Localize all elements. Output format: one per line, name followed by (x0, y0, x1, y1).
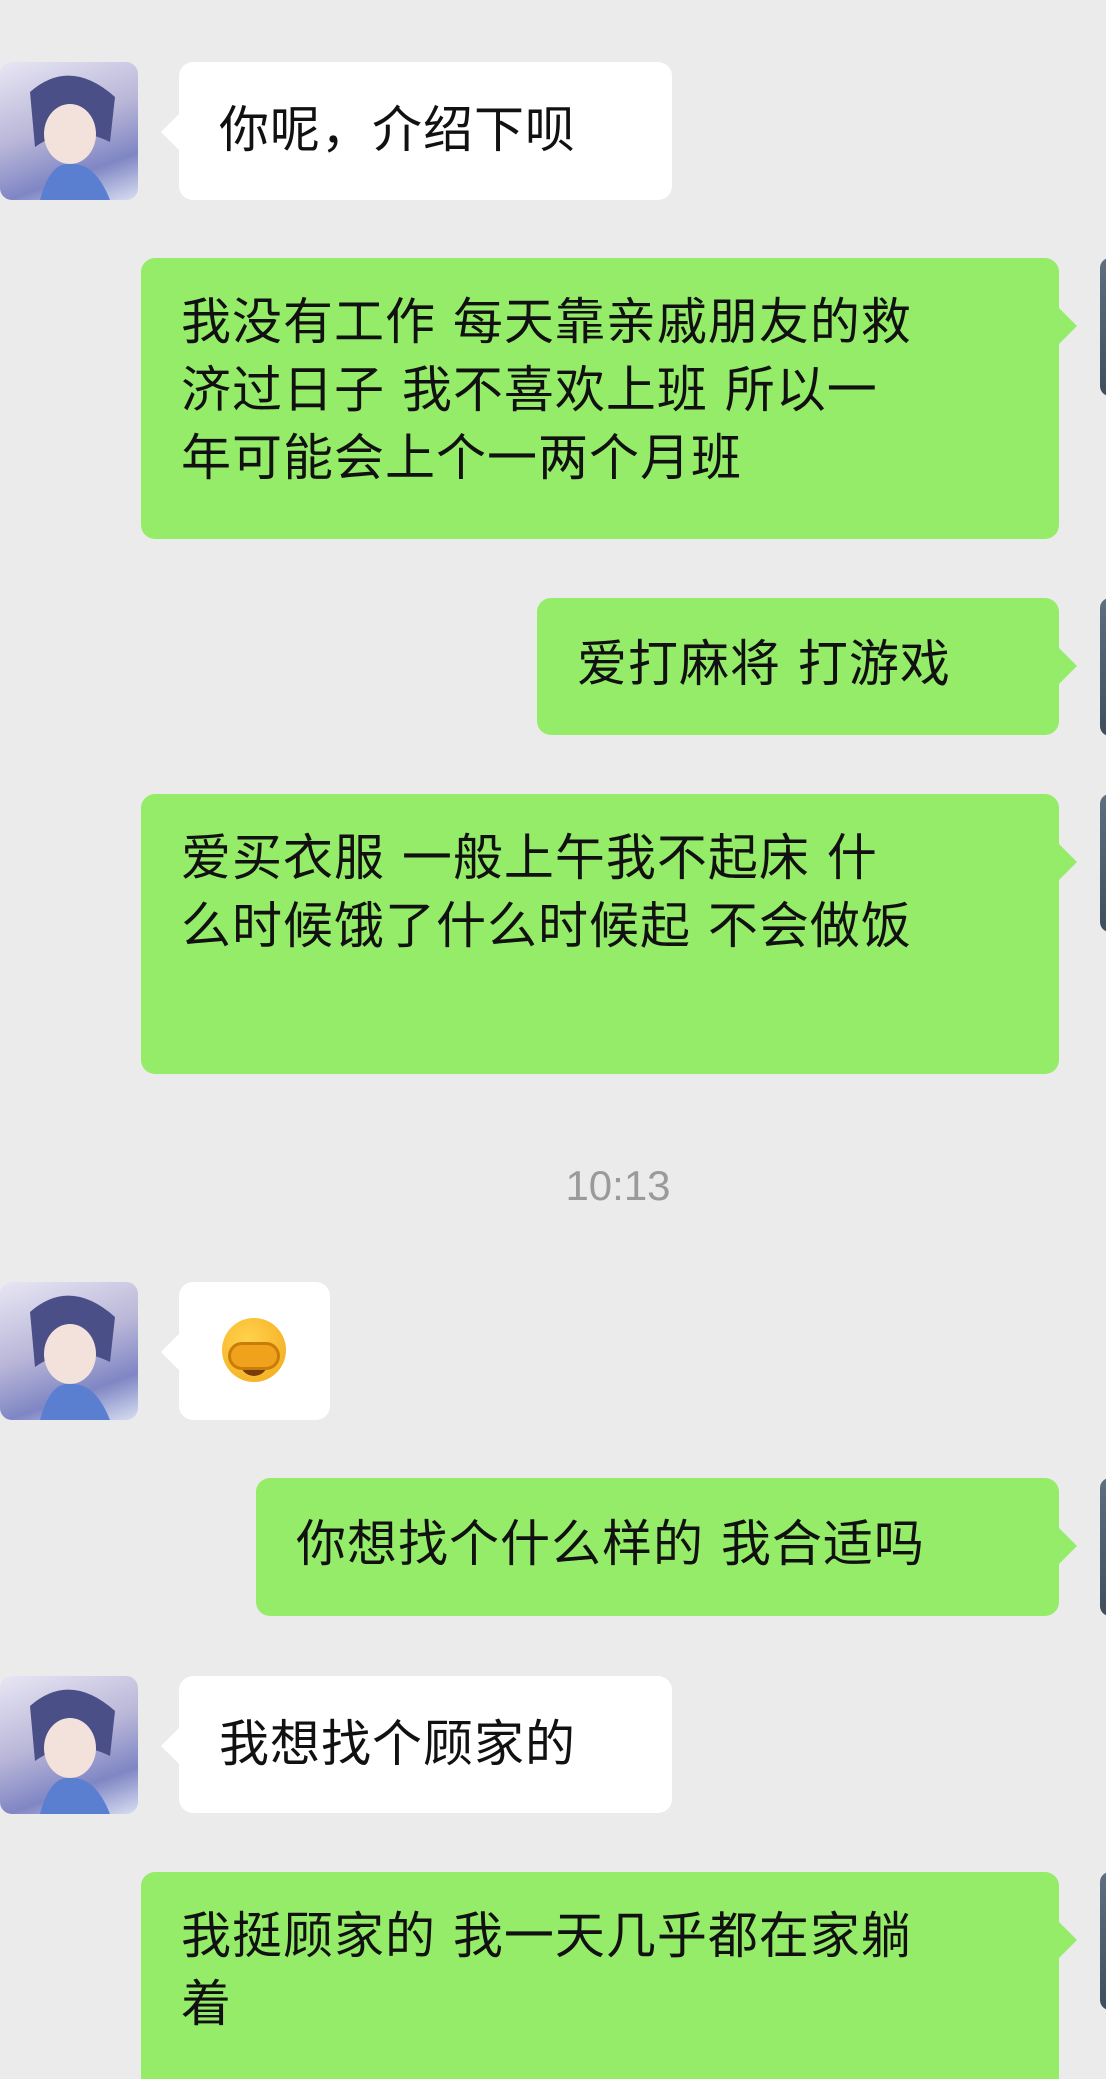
anime-character-icon (30, 75, 115, 200)
message-text: 我没有工作 每天靠亲戚朋友的救 济过日子 我不喜欢上班 所以一 年可能会上个一两… (181, 293, 912, 487)
message-bubble-received[interactable]: 你呢，介绍下呗 (161, 62, 672, 200)
message-timestamp: 10:13 (565, 1162, 671, 1209)
facepalm-emoji-icon (222, 1318, 286, 1382)
message-bubble-sent[interactable]: 你想找个什么样的 我合适吗 (256, 1478, 1077, 1616)
message-bubble-sent[interactable]: 我挺顾家的 我一天几乎都在家躺 着 (141, 1872, 1077, 2079)
message-text: 我挺顾家的 我一天几乎都在家躺 着 (181, 1907, 912, 2033)
chat-conversation[interactable]: 你呢，介绍下呗 我没有工作 每天靠亲戚朋友的救 济过日子 我不喜欢上班 所以一 … (0, 0, 1106, 2079)
anime-character-icon (30, 1689, 115, 1814)
message-text: 爱打麻将 打游戏 (577, 635, 951, 693)
self-avatar[interactable] (1100, 794, 1106, 932)
message-bubble-sent[interactable]: 我没有工作 每天靠亲戚朋友的救 济过日子 我不喜欢上班 所以一 年可能会上个一两… (141, 258, 1077, 539)
anime-character-icon (30, 1295, 115, 1420)
contact-avatar[interactable] (0, 1676, 138, 1814)
message-bubble-received[interactable] (161, 1282, 330, 1420)
contact-avatar[interactable] (0, 62, 138, 200)
message-bubble-received[interactable]: 我想找个顾家的 (161, 1676, 672, 1813)
message-text: 你想找个什么样的 我合适吗 (296, 1515, 925, 1573)
message-bubble-sent[interactable]: 爱打麻将 打游戏 (537, 598, 1077, 735)
self-avatar[interactable] (1100, 1478, 1106, 1616)
message-bubble-sent[interactable]: 爱买衣服 一般上午我不起床 什 么时候饿了什么时候起 不会做饭 (141, 794, 1077, 1074)
self-avatar[interactable] (1100, 258, 1106, 396)
message-text: 我想找个顾家的 (219, 1715, 576, 1773)
self-avatar[interactable] (1100, 1872, 1106, 2010)
message-text: 你呢，介绍下呗 (219, 101, 576, 159)
contact-avatar[interactable] (0, 1282, 138, 1420)
message-text: 爱买衣服 一般上午我不起床 什 么时候饿了什么时候起 不会做饭 (181, 829, 912, 955)
self-avatar[interactable] (1100, 598, 1106, 736)
